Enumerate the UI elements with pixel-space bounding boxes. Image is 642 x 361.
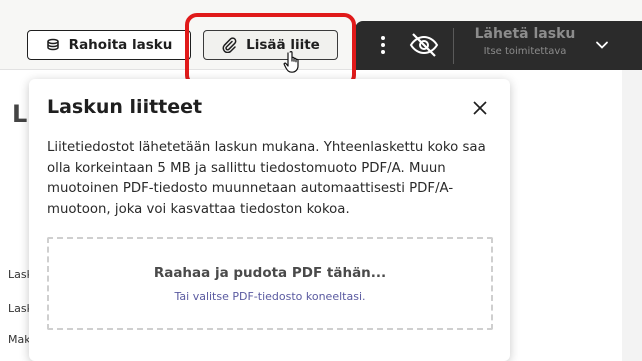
hand-cursor-icon — [283, 49, 305, 75]
send-invoice-button[interactable]: Lähetä lasku Itse toimitettava — [462, 26, 588, 57]
close-panel-button[interactable] — [471, 99, 489, 117]
dropzone-title: Raahaa ja pudota PDF tähän... — [153, 264, 387, 281]
more-options-button[interactable] — [374, 33, 392, 57]
hide-preview-button[interactable] — [408, 31, 440, 59]
pdf-dropzone[interactable]: Raahaa ja pudota PDF tähän... Tai valits… — [47, 237, 493, 330]
more-vertical-icon — [381, 36, 385, 54]
choose-file-link[interactable]: Tai valitse PDF-tiedosto koneeltasi. — [175, 290, 366, 303]
attachments-description: Liitetiedostot lähetetään laskun mukana.… — [47, 140, 486, 217]
chevron-down-icon — [596, 41, 608, 49]
close-icon — [473, 101, 487, 115]
send-options-dropdown[interactable] — [594, 37, 610, 53]
send-invoice-subtitle: Itse toimitettava — [483, 46, 567, 57]
highlight-annotation — [185, 13, 356, 87]
background-label: Mak — [8, 333, 31, 346]
page-right-edge — [622, 70, 642, 361]
fund-invoice-label: Rahoita lasku — [68, 37, 173, 53]
coins-icon — [46, 38, 59, 51]
attachments-panel-title: Laskun liitteet — [47, 96, 203, 118]
toolbar-divider — [453, 28, 454, 64]
send-invoice-title: Lähetä lasku — [474, 26, 576, 42]
eye-off-icon — [409, 33, 439, 57]
fund-invoice-button[interactable]: Rahoita lasku — [27, 30, 191, 60]
attachments-panel: Laskun liitteet Liitetiedostot lähetetää… — [29, 79, 510, 361]
